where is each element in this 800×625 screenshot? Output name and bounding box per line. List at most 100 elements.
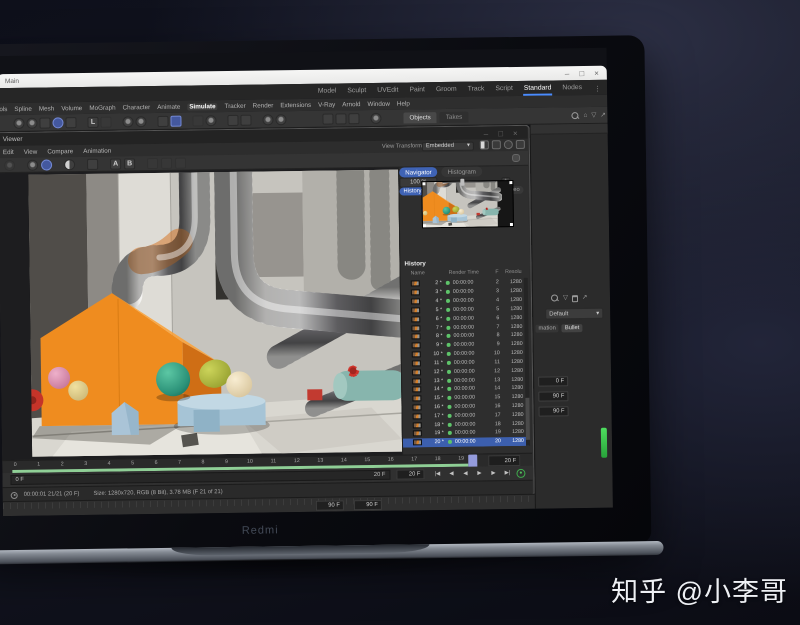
viewer-tool-icon[interactable] (4, 159, 15, 170)
compare-icon[interactable] (87, 158, 98, 169)
viewer-tool-icon[interactable] (147, 157, 158, 168)
menu-item[interactable]: Window (367, 100, 390, 107)
record-button[interactable]: ● (516, 468, 525, 477)
frame-field[interactable]: 0 F (538, 376, 568, 386)
menu-item[interactable]: ols (0, 106, 7, 113)
settings-gear-icon[interactable] (504, 140, 513, 149)
toolbar-icon[interactable] (240, 114, 251, 125)
menu-item[interactable]: Edit (3, 148, 14, 155)
external-window-icon[interactable] (492, 140, 501, 149)
toolbar-icon[interactable] (13, 117, 24, 128)
menu-item[interactable]: Animation (83, 147, 111, 154)
download-icon[interactable] (516, 140, 525, 149)
view-transform-dropdown[interactable]: Embedded ▾ (422, 141, 474, 151)
layout-tab[interactable]: Paint (408, 84, 426, 97)
new-window-icon[interactable]: ↗ (600, 112, 606, 119)
menu-item[interactable]: V-Ray (318, 101, 335, 108)
toolbar-icon[interactable] (227, 114, 238, 125)
toolbar-icon[interactable] (122, 116, 133, 127)
compare-b-button[interactable]: B (124, 158, 135, 169)
menu-item[interactable]: Mesh (39, 105, 55, 112)
menu-item[interactable]: Simulate (187, 103, 217, 110)
menu-item[interactable]: View (24, 148, 38, 155)
compare-a-button[interactable]: A (110, 158, 121, 169)
transport-button[interactable]: ◀ (458, 468, 472, 480)
search-icon[interactable] (551, 294, 559, 302)
window-control-icon[interactable]: □ (579, 69, 584, 78)
viewer-tool-icon[interactable] (27, 159, 38, 170)
toolbar-icon-active[interactable] (170, 115, 181, 126)
open-icon[interactable]: ↗ (582, 295, 588, 302)
filter-icon[interactable]: ▽ (563, 295, 568, 302)
toolbar-icon[interactable] (135, 116, 146, 127)
layout-tab[interactable]: Sculpt (346, 85, 367, 98)
overflow-menu-icon[interactable]: ⋮ (592, 83, 603, 95)
transport-button[interactable]: ▶ (472, 467, 486, 479)
toolbar-icon[interactable] (348, 113, 359, 124)
attribute-tab[interactable]: Bullet (562, 324, 583, 332)
toolbar-icon[interactable] (262, 114, 273, 125)
toolbar-icon[interactable] (192, 115, 203, 126)
transport-button[interactable]: ▶| (500, 467, 514, 479)
toolbar-icon[interactable] (205, 115, 216, 126)
layout-tab[interactable]: Track (467, 83, 486, 96)
menu-item[interactable]: Volume (61, 105, 82, 112)
layout-tab[interactable]: Nodes (561, 82, 583, 95)
window-control-icon[interactable]: □ (498, 129, 503, 138)
search-icon[interactable] (571, 112, 579, 120)
layout-tab[interactable]: UVEdit (376, 85, 399, 98)
layout-tab[interactable]: Model (317, 85, 338, 98)
menu-item[interactable]: MoGraph (89, 104, 115, 111)
toolbar-icon[interactable]: L (87, 116, 98, 127)
frame-field[interactable]: 90 F (539, 406, 569, 416)
layout-tab[interactable]: Groom (435, 84, 458, 97)
side-panel-tab[interactable]: Histogram (442, 166, 482, 177)
window-control-icon[interactable]: – (565, 69, 570, 78)
home-icon[interactable]: ⌂ (583, 113, 587, 120)
toolbar-icon[interactable] (39, 117, 50, 128)
toolbar-icon[interactable] (157, 115, 168, 126)
transport-button[interactable]: |◀ (430, 468, 444, 480)
toolbar-icon-active[interactable] (52, 117, 63, 128)
attribute-tab[interactable]: mation (535, 324, 559, 332)
toolbar-icon[interactable] (26, 117, 37, 128)
menu-item[interactable]: Tracker (225, 102, 246, 109)
history-row[interactable]: 20 * 00:00:00 20 1280 (403, 437, 529, 448)
manager-tab[interactable]: Objects (403, 112, 437, 123)
end-frame-field[interactable]: 20 F (488, 455, 520, 466)
navigator-thumbnail[interactable] (421, 180, 514, 228)
manager-tab[interactable]: Takes (440, 112, 469, 123)
current-frame-field[interactable]: 20 F (396, 469, 424, 479)
menu-item[interactable]: Help (397, 100, 410, 107)
viewer-tool-icon[interactable] (161, 157, 172, 168)
viewer-tool-icon-active[interactable] (41, 159, 52, 170)
filter-icon[interactable]: ▽ (591, 113, 596, 120)
app-frame-field[interactable]: 90 F (354, 500, 382, 510)
menu-item[interactable]: Compare (47, 148, 73, 155)
trash-icon[interactable] (572, 295, 578, 302)
menu-item[interactable]: Spline (14, 105, 32, 112)
transport-button[interactable]: ▶ (486, 467, 500, 479)
menu-item[interactable]: Render (253, 102, 274, 109)
toolbar-icon[interactable] (275, 114, 286, 125)
side-panel-tab[interactable]: Navigator (399, 167, 438, 178)
toolbar-icon[interactable] (322, 113, 333, 124)
toolbar-icon[interactable] (100, 116, 111, 127)
transport-button[interactable]: ◀ (444, 468, 458, 480)
window-control-icon[interactable]: × (513, 128, 518, 137)
menu-item[interactable]: Extensions (280, 101, 311, 108)
frame-field[interactable]: 90 F (538, 391, 568, 401)
contrast-icon[interactable] (64, 159, 75, 170)
window-control-icon[interactable]: × (594, 68, 599, 77)
toolbar-icon[interactable] (65, 117, 76, 128)
zoom-slider-knob[interactable] (460, 178, 464, 185)
render-voice-icon[interactable] (512, 154, 520, 162)
window-control-icon[interactable]: – (484, 129, 489, 138)
viewer-tool-icon[interactable] (175, 157, 186, 168)
toolbar-icon[interactable] (370, 112, 381, 123)
menu-item[interactable]: Animate (157, 103, 180, 110)
toolbar-icon[interactable] (335, 113, 346, 124)
split-view-icon[interactable] (480, 140, 489, 149)
app-frame-field[interactable]: 90 F (316, 500, 344, 510)
preset-dropdown[interactable]: Default ▾ (545, 308, 603, 320)
